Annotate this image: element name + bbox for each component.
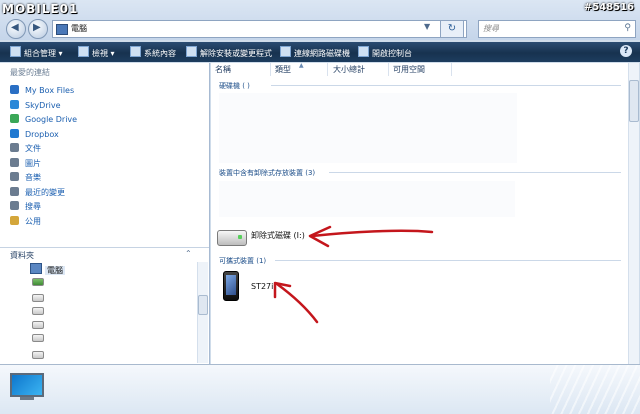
annotation-arrows (273, 225, 434, 324)
arrow-to-phone (275, 282, 319, 324)
computer-monitor-icon (10, 373, 44, 397)
arrow-to-removable-disk (310, 229, 434, 238)
decorative-swoosh (550, 365, 640, 414)
details-pane (0, 364, 640, 414)
monitor-stand (20, 397, 34, 400)
arrowhead-removable-disk (308, 225, 332, 248)
